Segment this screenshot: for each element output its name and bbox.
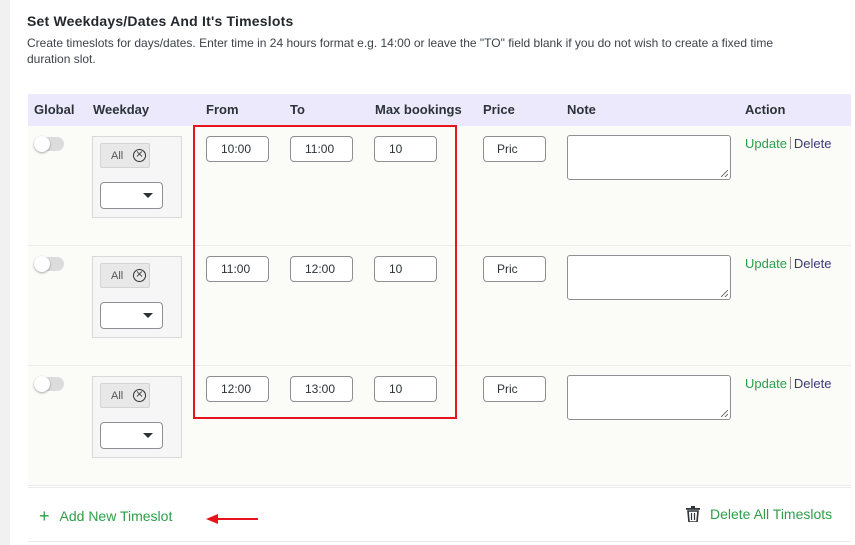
header-weekday: Weekday — [93, 102, 150, 117]
price-input[interactable]: Pric — [483, 376, 546, 402]
note-textarea[interactable] — [567, 255, 731, 300]
global-toggle[interactable] — [34, 256, 64, 272]
table-header: Global Weekday From To Max bookings Pric… — [28, 94, 851, 126]
remove-tag-icon[interactable]: × — [133, 149, 146, 162]
update-link[interactable]: Update — [745, 376, 787, 391]
add-new-timeslot-button[interactable]: + Add New Timeslot — [39, 506, 172, 527]
section-description: Create timeslots for days/dates. Enter t… — [27, 36, 774, 66]
annotation-arrow-icon — [206, 514, 258, 524]
to-time-input[interactable]: 13:00 — [290, 376, 353, 402]
resize-grip-icon[interactable] — [721, 170, 728, 177]
action-separator — [789, 257, 791, 269]
action-separator — [789, 137, 791, 149]
weekday-tag: All × — [100, 383, 150, 408]
action-separator — [789, 377, 791, 389]
update-link[interactable]: Update — [745, 136, 787, 151]
delete-link[interactable]: Delete — [794, 376, 832, 391]
header-from: From — [206, 102, 239, 117]
weekday-selector: All × — [92, 376, 182, 458]
max-bookings-input[interactable]: 10 — [374, 376, 437, 402]
weekday-tag-label: All — [111, 270, 124, 282]
weekday-tag-label: All — [111, 390, 124, 402]
row-actions: Update Delete — [745, 376, 832, 391]
global-toggle[interactable] — [34, 136, 64, 152]
trash-icon — [686, 506, 700, 522]
price-input[interactable]: Pric — [483, 256, 546, 282]
weekday-selector: All × — [92, 256, 182, 338]
toggle-knob — [34, 376, 50, 392]
from-time-input[interactable]: 11:00 — [206, 256, 269, 282]
header-global: Global — [34, 102, 75, 117]
delete-all-timeslots-label: Delete All Timeslots — [710, 506, 833, 522]
table-row: All × 12:00 13:00 10 Pric Update Delete — [28, 366, 851, 486]
remove-tag-icon[interactable]: × — [133, 269, 146, 282]
weekday-select[interactable] — [100, 302, 163, 329]
delete-link[interactable]: Delete — [794, 136, 832, 151]
row-actions: Update Delete — [745, 256, 832, 271]
chevron-down-icon — [143, 193, 153, 198]
from-time-input[interactable]: 12:00 — [206, 376, 269, 402]
resize-grip-icon[interactable] — [721, 290, 728, 297]
table-row: All × 11:00 12:00 10 Pric Update Delete — [28, 246, 851, 366]
weekday-select[interactable] — [100, 422, 163, 449]
resize-grip-icon[interactable] — [721, 410, 728, 417]
row-actions: Update Delete — [745, 136, 832, 151]
toggle-knob — [34, 256, 50, 272]
weekday-tag: All × — [100, 143, 150, 168]
header-max-bookings: Max bookings — [375, 102, 462, 117]
to-time-input[interactable]: 11:00 — [290, 136, 353, 162]
weekday-select[interactable] — [100, 182, 163, 209]
max-bookings-input[interactable]: 10 — [374, 256, 437, 282]
delete-link[interactable]: Delete — [794, 256, 832, 271]
header-note: Note — [567, 102, 596, 117]
chevron-down-icon — [143, 433, 153, 438]
toggle-knob — [34, 136, 50, 152]
weekday-tag: All × — [100, 263, 150, 288]
divider — [28, 541, 851, 542]
divider — [28, 487, 851, 488]
weekday-tag-label: All — [111, 150, 124, 162]
header-to: To — [290, 102, 305, 117]
from-time-input[interactable]: 10:00 — [206, 136, 269, 162]
global-toggle[interactable] — [34, 376, 64, 392]
note-textarea[interactable] — [567, 135, 731, 180]
weekday-selector: All × — [92, 136, 182, 218]
add-new-timeslot-label: Add New Timeslot — [59, 508, 173, 524]
plus-icon: + — [39, 506, 50, 526]
remove-tag-icon[interactable]: × — [133, 389, 146, 402]
delete-all-timeslots-button[interactable]: Delete All Timeslots — [686, 506, 832, 522]
table-row: All × 10:00 11:00 10 Pric Update Delete — [28, 126, 851, 246]
header-action: Action — [745, 102, 786, 117]
note-textarea[interactable] — [567, 375, 731, 420]
max-bookings-input[interactable]: 10 — [374, 136, 437, 162]
to-time-input[interactable]: 12:00 — [290, 256, 353, 282]
update-link[interactable]: Update — [745, 256, 787, 271]
price-input[interactable]: Pric — [483, 136, 546, 162]
header-price: Price — [483, 102, 515, 117]
section-title: Set Weekdays/Dates And It's Timeslots — [27, 13, 294, 29]
chevron-down-icon — [143, 313, 153, 318]
